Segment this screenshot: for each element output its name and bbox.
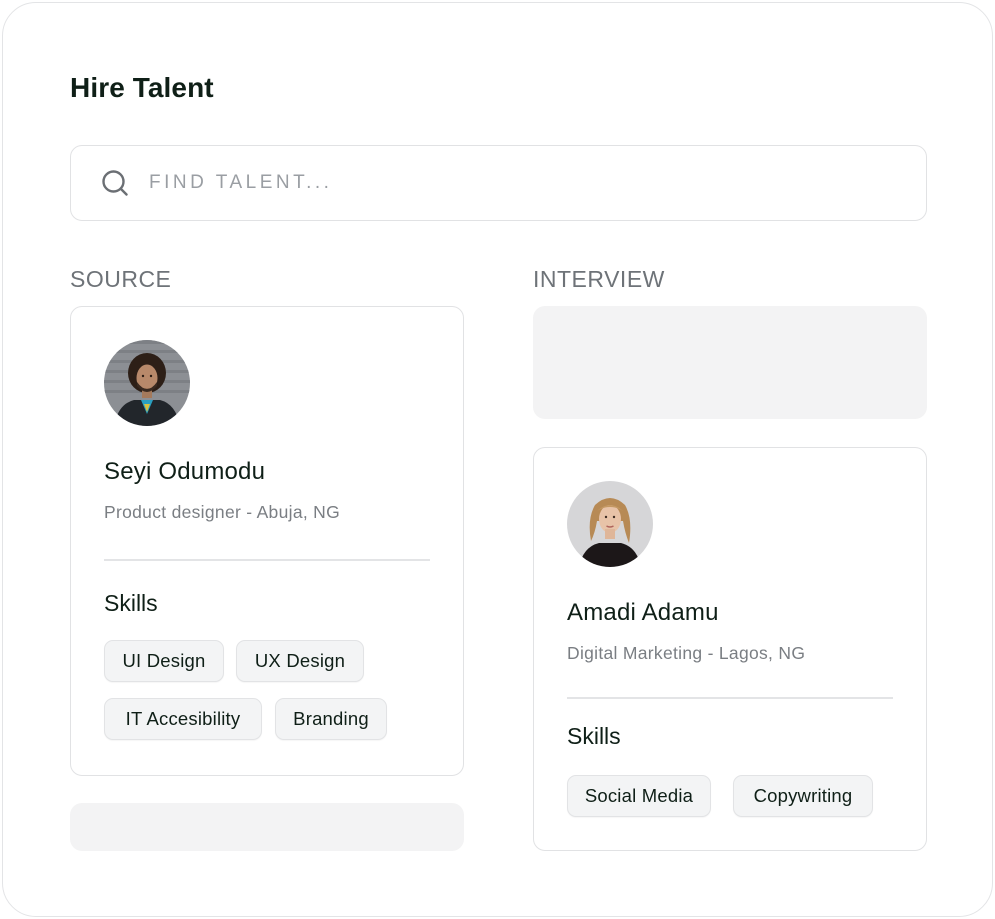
- page-title: Hire Talent: [70, 72, 214, 103]
- avatar-photo-amadi: [567, 481, 653, 567]
- empty-card-slot: [533, 306, 927, 419]
- avatar: [104, 340, 190, 426]
- skill-chip-branding[interactable]: Branding: [275, 698, 387, 740]
- column-heading-source: SOURCE: [70, 266, 172, 292]
- skills-label: Skills: [567, 723, 621, 749]
- candidate-name: Seyi Odumodu: [104, 458, 266, 485]
- skill-chip-social-media[interactable]: Social Media: [567, 775, 711, 817]
- empty-card-slot: [70, 803, 464, 851]
- avatar: [567, 481, 653, 567]
- candidate-name: Amadi Adamu: [567, 599, 719, 626]
- search-input[interactable]: [149, 172, 849, 194]
- candidate-card-seyi[interactable]: Seyi Odumodu Product designer - Abuja, N…: [70, 306, 464, 776]
- skill-chip-ui-design[interactable]: UI Design: [104, 640, 224, 682]
- skill-chip-ux-design[interactable]: UX Design: [236, 640, 364, 682]
- skill-chip-copywriting[interactable]: Copywriting: [733, 775, 873, 817]
- column-heading-interview: INTERVIEW: [533, 266, 665, 292]
- candidate-role-location: Product designer - Abuja, NG: [104, 502, 341, 522]
- divider: [567, 697, 893, 699]
- search-bar[interactable]: [70, 145, 927, 221]
- divider: [104, 559, 430, 561]
- search-icon: [102, 170, 128, 196]
- candidate-role-location: Digital Marketing - Lagos, NG: [567, 643, 806, 663]
- avatar-photo-seyi: [104, 340, 190, 426]
- skills-label: Skills: [104, 590, 158, 616]
- candidate-card-amadi[interactable]: Amadi Adamu Digital Marketing - Lagos, N…: [533, 447, 927, 851]
- skill-chip-it-accessibility[interactable]: IT Accesibility: [104, 698, 262, 740]
